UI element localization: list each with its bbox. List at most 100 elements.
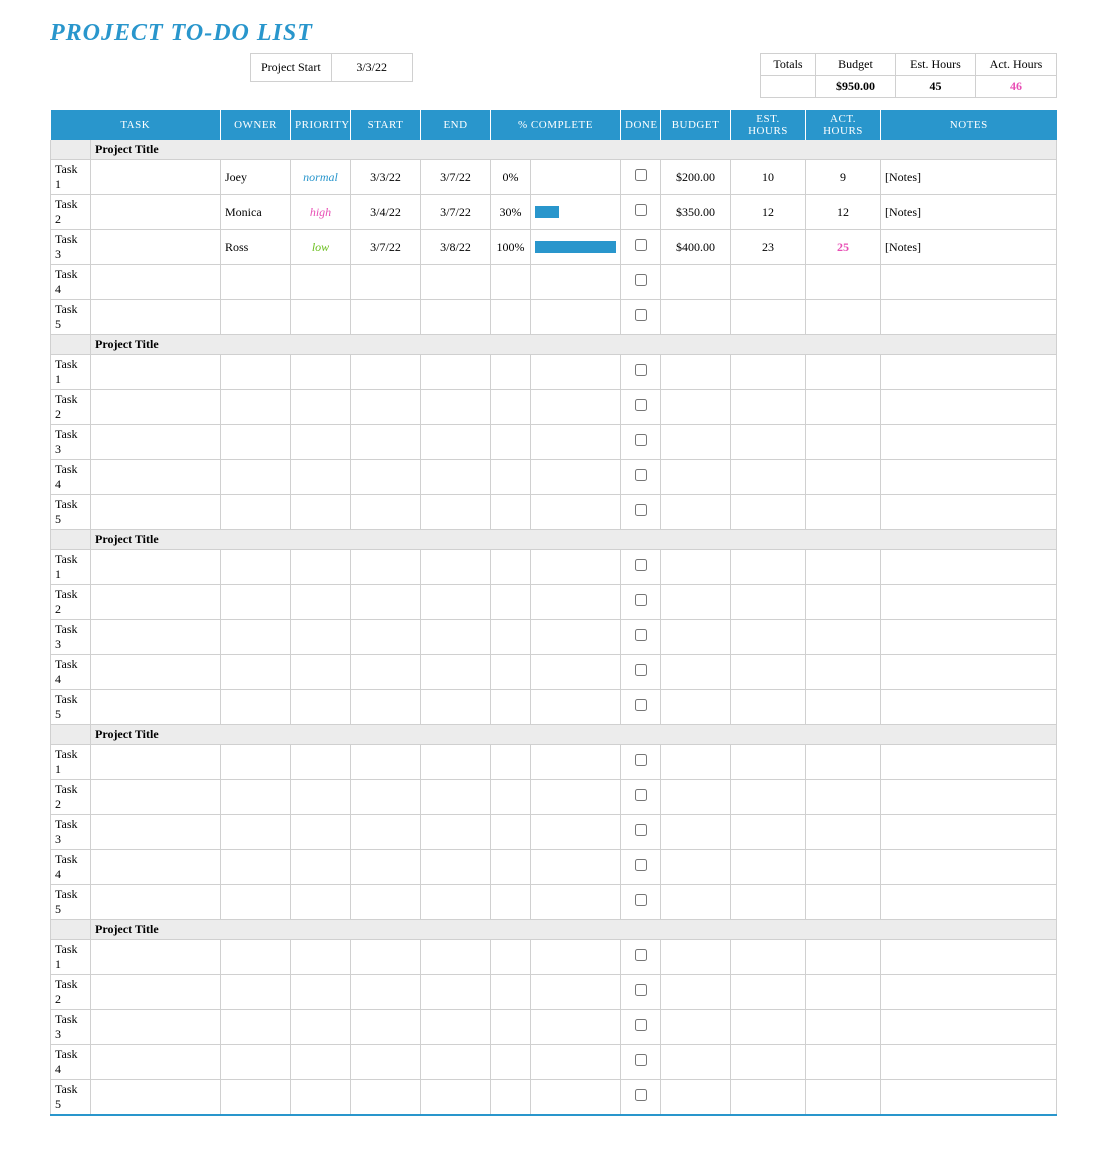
owner-cell[interactable]: [221, 550, 291, 585]
done-checkbox[interactable]: [635, 1089, 647, 1101]
acthrs-cell[interactable]: [806, 940, 881, 975]
done-checkbox[interactable]: [635, 399, 647, 411]
budget-cell[interactable]: [661, 815, 731, 850]
done-cell[interactable]: [621, 620, 661, 655]
priority-cell[interactable]: [291, 655, 351, 690]
pct-text-cell[interactable]: [491, 495, 531, 530]
esthrs-cell[interactable]: [731, 885, 806, 920]
priority-cell[interactable]: [291, 265, 351, 300]
priority-cell[interactable]: [291, 390, 351, 425]
start-cell[interactable]: [351, 1080, 421, 1116]
priority-cell[interactable]: [291, 745, 351, 780]
task-name[interactable]: Task 2: [51, 780, 91, 815]
task-pad[interactable]: [91, 355, 221, 390]
acthrs-cell[interactable]: 12: [806, 195, 881, 230]
end-cell[interactable]: [421, 780, 491, 815]
budget-cell[interactable]: [661, 940, 731, 975]
acthrs-cell[interactable]: [806, 975, 881, 1010]
notes-cell[interactable]: [881, 885, 1057, 920]
owner-cell[interactable]: [221, 1045, 291, 1080]
pct-text-cell[interactable]: [491, 355, 531, 390]
pct-text-cell[interactable]: 100%: [491, 230, 531, 265]
notes-cell[interactable]: [881, 585, 1057, 620]
start-cell[interactable]: [351, 655, 421, 690]
task-pad[interactable]: [91, 1045, 221, 1080]
done-cell[interactable]: [621, 585, 661, 620]
done-cell[interactable]: [621, 815, 661, 850]
acthrs-cell[interactable]: [806, 355, 881, 390]
pct-text-cell[interactable]: 0%: [491, 160, 531, 195]
task-pad[interactable]: [91, 655, 221, 690]
pct-text-cell[interactable]: [491, 300, 531, 335]
notes-cell[interactable]: [881, 975, 1057, 1010]
task-name[interactable]: Task 1: [51, 160, 91, 195]
owner-cell[interactable]: Monica: [221, 195, 291, 230]
end-cell[interactable]: [421, 355, 491, 390]
task-pad[interactable]: [91, 975, 221, 1010]
owner-cell[interactable]: [221, 940, 291, 975]
done-checkbox[interactable]: [635, 274, 647, 286]
task-name[interactable]: Task 1: [51, 745, 91, 780]
notes-cell[interactable]: [Notes]: [881, 230, 1057, 265]
start-cell[interactable]: [351, 585, 421, 620]
pct-text-cell[interactable]: [491, 550, 531, 585]
pct-text-cell[interactable]: [491, 940, 531, 975]
done-checkbox[interactable]: [635, 949, 647, 961]
esthrs-cell[interactable]: [731, 425, 806, 460]
pct-text-cell[interactable]: [491, 885, 531, 920]
esthrs-cell[interactable]: 10: [731, 160, 806, 195]
notes-cell[interactable]: [881, 495, 1057, 530]
esthrs-cell[interactable]: [731, 940, 806, 975]
acthrs-cell[interactable]: [806, 1080, 881, 1116]
pct-text-cell[interactable]: [491, 780, 531, 815]
done-cell[interactable]: [621, 550, 661, 585]
done-cell[interactable]: [621, 745, 661, 780]
owner-cell[interactable]: [221, 300, 291, 335]
task-pad[interactable]: [91, 1010, 221, 1045]
done-checkbox[interactable]: [635, 364, 647, 376]
end-cell[interactable]: [421, 550, 491, 585]
done-cell[interactable]: [621, 300, 661, 335]
done-checkbox[interactable]: [635, 469, 647, 481]
pct-text-cell[interactable]: [491, 975, 531, 1010]
end-cell[interactable]: [421, 690, 491, 725]
done-checkbox[interactable]: [635, 504, 647, 516]
owner-cell[interactable]: [221, 655, 291, 690]
task-pad[interactable]: [91, 425, 221, 460]
budget-cell[interactable]: [661, 1045, 731, 1080]
start-cell[interactable]: [351, 425, 421, 460]
start-cell[interactable]: 3/4/22: [351, 195, 421, 230]
notes-cell[interactable]: [881, 300, 1057, 335]
owner-cell[interactable]: [221, 745, 291, 780]
start-cell[interactable]: [351, 390, 421, 425]
notes-cell[interactable]: [881, 425, 1057, 460]
budget-cell[interactable]: [661, 975, 731, 1010]
owner-cell[interactable]: [221, 460, 291, 495]
start-cell[interactable]: [351, 355, 421, 390]
notes-cell[interactable]: [881, 1080, 1057, 1116]
end-cell[interactable]: [421, 1045, 491, 1080]
start-cell[interactable]: [351, 885, 421, 920]
task-pad[interactable]: [91, 300, 221, 335]
end-cell[interactable]: [421, 1080, 491, 1116]
notes-cell[interactable]: [881, 550, 1057, 585]
priority-cell[interactable]: normal: [291, 160, 351, 195]
done-checkbox[interactable]: [635, 754, 647, 766]
budget-cell[interactable]: [661, 550, 731, 585]
done-cell[interactable]: [621, 1010, 661, 1045]
notes-cell[interactable]: [881, 690, 1057, 725]
done-checkbox[interactable]: [635, 984, 647, 996]
priority-cell[interactable]: low: [291, 230, 351, 265]
done-cell[interactable]: [621, 1080, 661, 1116]
section-title[interactable]: Project Title: [91, 530, 1057, 550]
done-checkbox[interactable]: [635, 239, 647, 251]
end-cell[interactable]: [421, 975, 491, 1010]
done-cell[interactable]: [621, 195, 661, 230]
task-name[interactable]: Task 2: [51, 585, 91, 620]
task-name[interactable]: Task 5: [51, 495, 91, 530]
budget-cell[interactable]: [661, 355, 731, 390]
task-name[interactable]: Task 3: [51, 815, 91, 850]
notes-cell[interactable]: [Notes]: [881, 160, 1057, 195]
done-cell[interactable]: [621, 780, 661, 815]
esthrs-cell[interactable]: [731, 850, 806, 885]
